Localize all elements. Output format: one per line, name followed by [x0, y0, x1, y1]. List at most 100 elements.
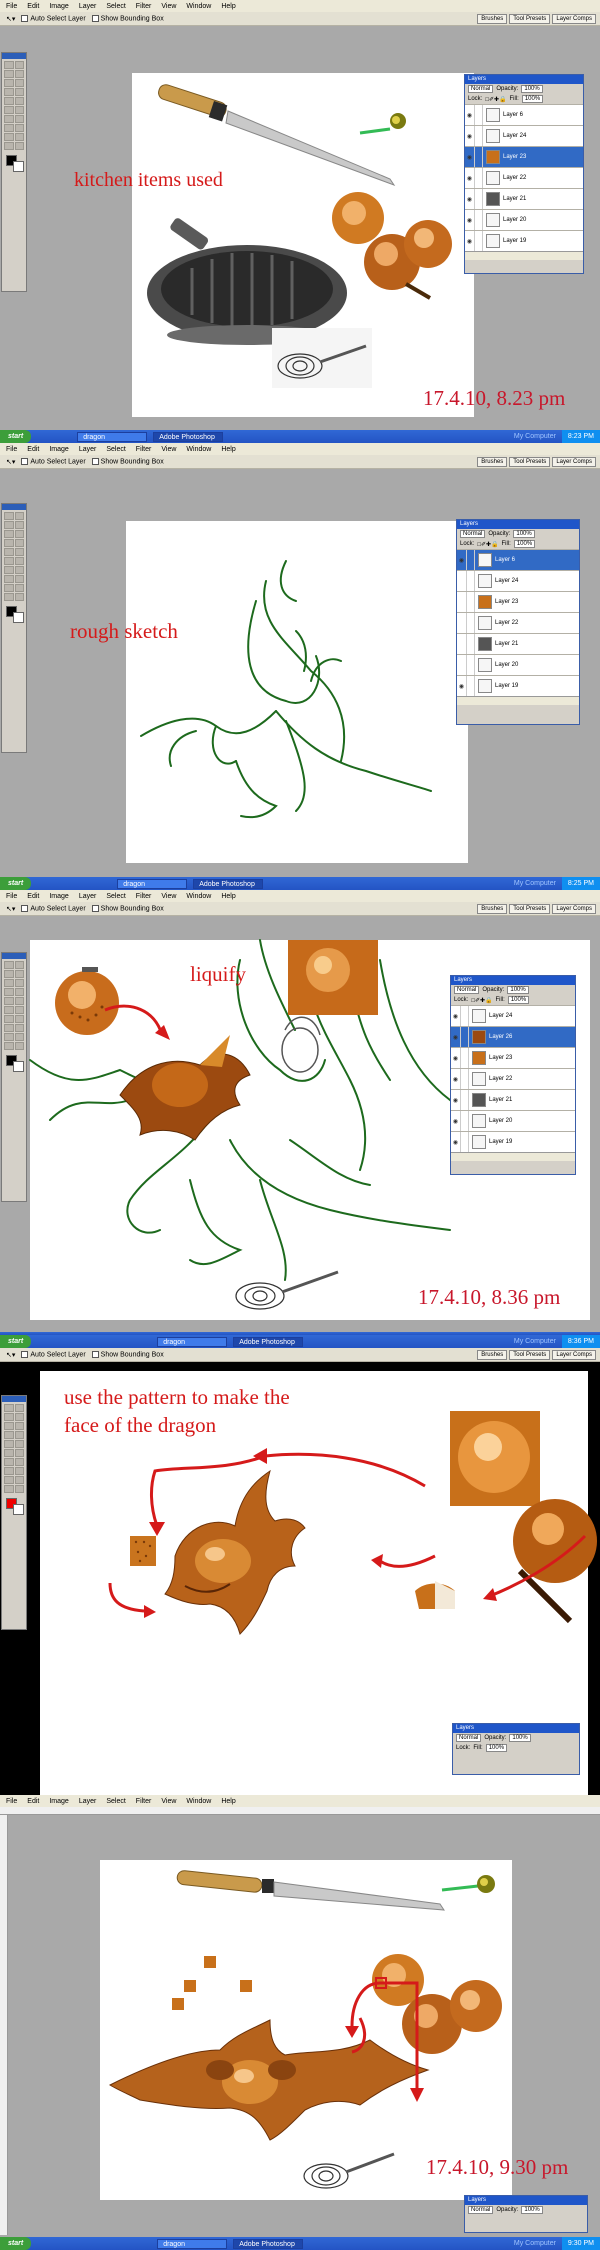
menu-help[interactable]: Help — [221, 446, 235, 453]
document-canvas[interactable]: kitchen items used 17.4.10, 8.23 pm — [74, 73, 565, 417]
menu-filter[interactable]: Filter — [136, 446, 152, 453]
layer-row[interactable]: Layer 20 — [457, 654, 579, 675]
opacity-input[interactable]: 100% — [507, 986, 529, 994]
auto-select-checkbox[interactable]: Auto Select Layer — [21, 1350, 86, 1358]
bounding-box-checkbox[interactable]: Show Bounding Box — [91, 457, 164, 465]
move-tool-icon[interactable]: ↖▾ — [6, 15, 15, 23]
auto-select-checkbox[interactable]: Auto Select Layer — [21, 457, 86, 465]
tray-my-computer[interactable]: My Computer — [514, 1338, 556, 1345]
eye-icon[interactable]: ◉ — [457, 676, 467, 696]
tab-brushes[interactable]: Brushes — [477, 457, 508, 467]
layer-row[interactable]: ◉ Layer 21 — [465, 188, 583, 209]
menu-image[interactable]: Image — [49, 446, 68, 453]
layer-row[interactable]: ◉ Layer 24 — [451, 1005, 575, 1026]
layer-row-selected[interactable]: ◉ Layer 23 — [465, 146, 583, 167]
menu-image[interactable]: Image — [49, 893, 68, 900]
opacity-input[interactable]: 100% — [521, 85, 543, 93]
tab-tool-presets[interactable]: Tool Presets — [509, 1350, 551, 1360]
tab-layer-comps[interactable]: Layer Comps — [552, 14, 596, 24]
menu-select[interactable]: Select — [106, 893, 125, 900]
menu-filter[interactable]: Filter — [136, 893, 152, 900]
tab-layer-comps[interactable]: Layer Comps — [552, 904, 596, 914]
menu-view[interactable]: View — [161, 1798, 176, 1805]
layer-row[interactable]: ◉ Layer 22 — [451, 1068, 575, 1089]
move-tool-icon[interactable]: ↖▾ — [6, 458, 15, 466]
tab-layer-comps[interactable]: Layer Comps — [552, 1350, 596, 1360]
eye-icon[interactable] — [457, 634, 467, 654]
layers-panel-title[interactable]: Layers — [453, 1724, 579, 1733]
layers-panel-title[interactable]: Layers — [457, 520, 579, 529]
eye-icon[interactable]: ◉ — [451, 1090, 461, 1110]
color-swatches[interactable] — [4, 606, 24, 623]
start-button[interactable]: start — [0, 877, 32, 890]
menu-file[interactable]: File — [6, 893, 17, 900]
eye-icon[interactable]: ◉ — [451, 1111, 461, 1131]
eye-icon[interactable]: ◉ — [465, 189, 475, 209]
menu-select[interactable]: Select — [106, 3, 125, 10]
eye-icon[interactable]: ◉ — [451, 1027, 461, 1047]
eye-icon[interactable]: ◉ — [465, 210, 475, 230]
menu-image[interactable]: Image — [49, 1798, 68, 1805]
tab-tool-presets[interactable]: Tool Presets — [509, 457, 551, 467]
layer-row[interactable]: ◉ Layer 19 — [457, 675, 579, 696]
fill-input[interactable]: 100% — [485, 1744, 508, 1752]
blend-mode-select[interactable]: Normal — [468, 2206, 494, 2214]
layer-row[interactable]: ◉ Layer 21 — [451, 1089, 575, 1110]
menu-view[interactable]: View — [161, 893, 176, 900]
layer-row[interactable]: ◉ Layer 6 — [465, 104, 583, 125]
tray-my-computer[interactable]: My Computer — [514, 880, 556, 887]
menu-edit[interactable]: Edit — [27, 3, 39, 10]
menu-layer[interactable]: Layer — [79, 446, 97, 453]
menu-layer[interactable]: Layer — [79, 1798, 97, 1805]
blend-mode-select[interactable]: Normal — [456, 1734, 482, 1742]
menu-layer[interactable]: Layer — [79, 3, 97, 10]
blend-mode-select[interactable]: Normal — [460, 530, 486, 538]
eye-icon[interactable] — [457, 592, 467, 612]
tab-tool-presets[interactable]: Tool Presets — [509, 904, 551, 914]
move-tool-icon[interactable]: ↖▾ — [6, 1351, 15, 1359]
auto-select-checkbox[interactable]: Auto Select Layer — [21, 904, 86, 912]
bounding-box-checkbox[interactable]: Show Bounding Box — [91, 904, 164, 912]
layer-row[interactable]: ◉ Layer 23 — [451, 1047, 575, 1068]
taskbar-folder-dragon[interactable]: dragon — [157, 1336, 228, 1347]
layer-row[interactable]: ◉ Layer 24 — [465, 125, 583, 146]
layer-row[interactable]: ◉ Layer 20 — [465, 209, 583, 230]
taskbar-photoshop[interactable]: Adobe Photoshop — [233, 1336, 304, 1347]
layers-panel-footer[interactable] — [451, 1152, 575, 1161]
lock-icons[interactable]: □✐✚🔒 — [485, 96, 506, 103]
eye-icon[interactable]: ◉ — [465, 105, 475, 125]
tab-brushes[interactable]: Brushes — [477, 14, 508, 24]
eye-icon[interactable]: ◉ — [457, 550, 467, 570]
eye-icon[interactable]: ◉ — [465, 231, 475, 251]
menu-help[interactable]: Help — [221, 893, 235, 900]
color-swatches[interactable] — [4, 155, 24, 172]
menu-edit[interactable]: Edit — [27, 446, 39, 453]
menu-window[interactable]: Window — [186, 893, 211, 900]
layer-row[interactable]: Layer 22 — [457, 612, 579, 633]
lock-icons[interactable]: □✐✚🔒 — [471, 997, 492, 1004]
layer-row-selected[interactable]: ◉ Layer 26 — [451, 1026, 575, 1047]
layer-row[interactable]: ◉ Layer 19 — [465, 230, 583, 251]
eye-icon[interactable]: ◉ — [451, 1069, 461, 1089]
tool-grid[interactable] — [2, 959, 26, 1052]
layers-panel-title[interactable]: Layers — [465, 75, 583, 84]
start-button[interactable]: start — [0, 1335, 32, 1348]
layer-row[interactable]: Layer 21 — [457, 633, 579, 654]
layer-row[interactable]: ◉ Layer 20 — [451, 1110, 575, 1131]
start-button[interactable]: start — [0, 430, 32, 443]
menu-filter[interactable]: Filter — [136, 3, 152, 10]
menu-select[interactable]: Select — [106, 446, 125, 453]
taskbar-photoshop[interactable]: Adobe Photoshop — [153, 431, 224, 442]
menu-window[interactable]: Window — [186, 3, 211, 10]
layer-row-selected[interactable]: ◉ Layer 6 — [457, 549, 579, 570]
eye-icon[interactable]: ◉ — [465, 126, 475, 146]
menu-edit[interactable]: Edit — [27, 1798, 39, 1805]
tool-grid[interactable] — [2, 510, 26, 603]
layers-panel-title[interactable]: Layers — [451, 976, 575, 985]
eye-icon[interactable]: ◉ — [465, 147, 475, 167]
fill-input[interactable]: 100% — [507, 996, 530, 1004]
menu-window[interactable]: Window — [186, 446, 211, 453]
layer-row[interactable]: ◉ Layer 22 — [465, 167, 583, 188]
layer-row[interactable]: ◉ Layer 19 — [451, 1131, 575, 1152]
opacity-input[interactable]: 100% — [521, 2206, 543, 2214]
